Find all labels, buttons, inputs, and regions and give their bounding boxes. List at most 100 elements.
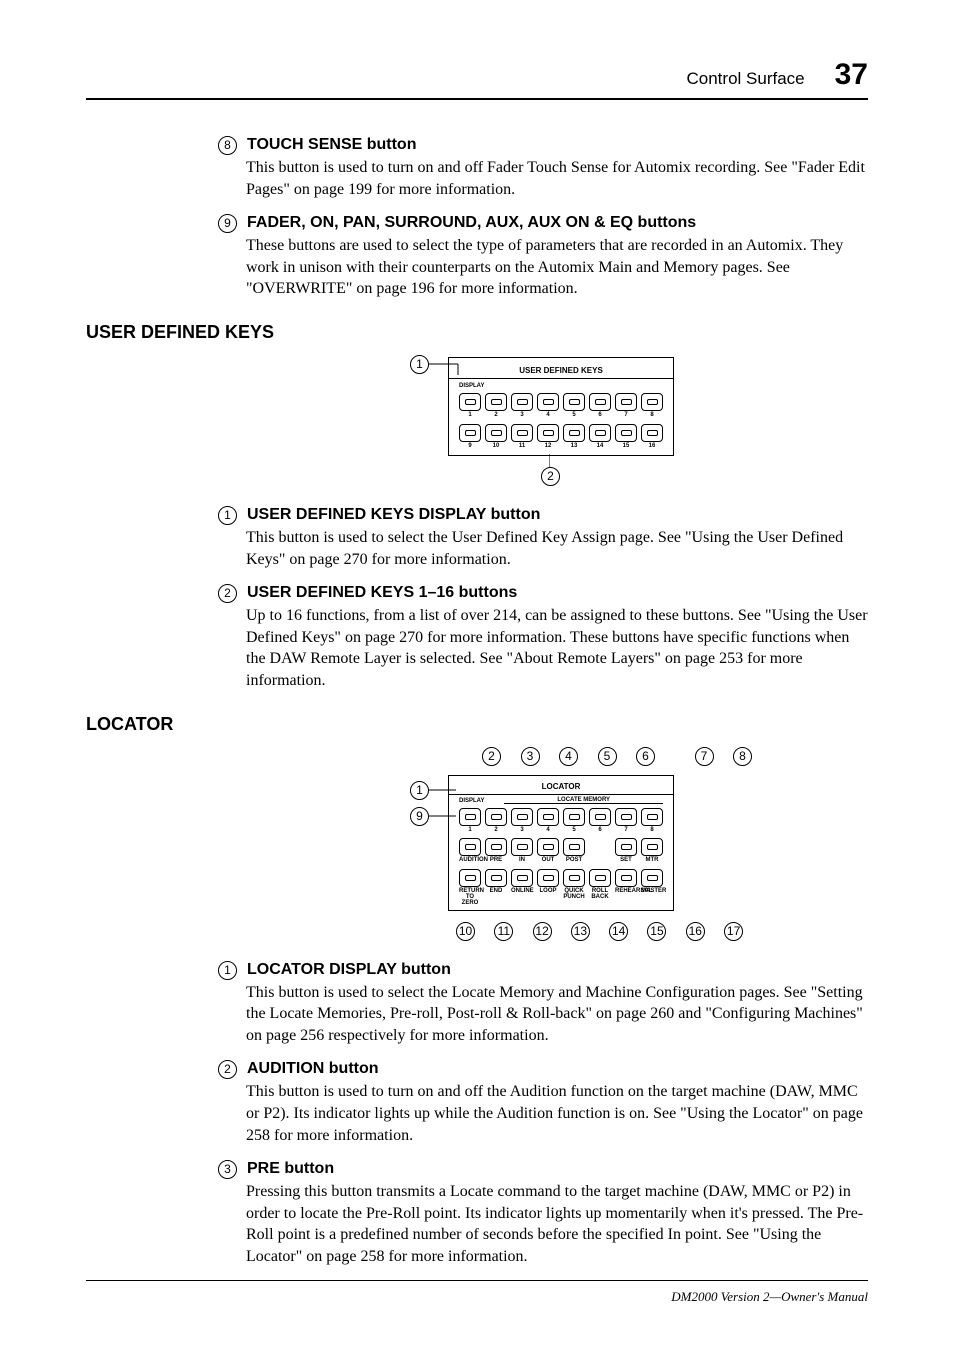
panel-button xyxy=(459,424,481,442)
marker-8: 8 xyxy=(218,136,237,155)
panel-button-label: OUT xyxy=(537,857,559,863)
panel-button xyxy=(485,869,507,887)
loc-callout-top: 4 xyxy=(559,747,578,766)
udk-item-2: 2 USER DEFINED KEYS 1–16 buttons Up to 1… xyxy=(218,584,868,691)
footer: DM2000 Version 2—Owner's Manual xyxy=(86,1280,868,1305)
panel-button-label: 9 xyxy=(459,443,481,449)
udk-item-2-title: USER DEFINED KEYS 1–16 buttons xyxy=(247,584,517,602)
panel-button xyxy=(563,393,585,411)
udk-callout-1: 1 xyxy=(410,355,429,374)
panel-button-label: 12 xyxy=(537,443,559,449)
panel-button xyxy=(615,838,637,856)
panel-button-label: 5 xyxy=(563,412,585,418)
marker-loc-1: 1 xyxy=(218,961,237,980)
marker-udk-2: 2 xyxy=(218,584,237,603)
loc-item-3-title: PRE button xyxy=(247,1160,334,1178)
locator-row-3 xyxy=(459,869,663,887)
loc-callout-top: 3 xyxy=(521,747,540,766)
locator-diagram: 2345678 1 9 LOCATOR DISPLAY LOCATE MEMOR… xyxy=(218,747,868,941)
panel-button-label: 7 xyxy=(615,827,637,833)
loc-callout-top: 5 xyxy=(598,747,617,766)
panel-button-label: 7 xyxy=(615,412,637,418)
loc-item-2: 2 AUDITION button This button is used to… xyxy=(218,1060,868,1146)
panel-button xyxy=(641,393,663,411)
loc-callout-bottom: 15 xyxy=(647,922,666,941)
panel-button-label: ROLL BACK xyxy=(589,888,611,906)
panel-button-label: REHEARSAL xyxy=(615,888,637,906)
panel-button xyxy=(615,424,637,442)
panel-button-label: 5 xyxy=(563,827,585,833)
panel-button xyxy=(589,808,611,826)
panel-button xyxy=(511,808,533,826)
panel-button xyxy=(511,424,533,442)
udk-item-1-body: This button is used to select the User D… xyxy=(246,527,868,570)
panel-button-label: 2 xyxy=(485,412,507,418)
loc-callout-bottom: 13 xyxy=(571,922,590,941)
section-name: Control Surface xyxy=(687,69,805,89)
panel-button xyxy=(511,869,533,887)
panel-button xyxy=(615,808,637,826)
panel-button-label: ONLINE xyxy=(511,888,533,906)
panel-button xyxy=(459,869,481,887)
panel-button-label: QUICK PUNCH xyxy=(563,888,585,906)
panel-button-label: 10 xyxy=(485,443,507,449)
footer-text: DM2000 Version 2—Owner's Manual xyxy=(671,1289,868,1304)
panel-button xyxy=(641,424,663,442)
panel-button xyxy=(589,869,611,887)
panel-button-label: IN xyxy=(511,857,533,863)
udk-diagram: 1 USER DEFINED KEYS DISPLAY 12 345678 9 10… xyxy=(218,355,868,486)
panel-button-label: END xyxy=(485,888,507,906)
panel-button-label: 1 xyxy=(459,827,481,833)
udk-panel-label: USER DEFINED KEYS xyxy=(459,366,663,375)
panel-button xyxy=(563,838,585,856)
item-9-body: These buttons are used to select the typ… xyxy=(246,235,868,300)
panel-button-label xyxy=(589,857,611,863)
marker-loc-2: 2 xyxy=(218,1060,237,1079)
loc-callout-1: 1 xyxy=(410,781,429,800)
loc-callout-bottom: 16 xyxy=(686,922,705,941)
udk-row-1 xyxy=(459,393,663,411)
panel-button-label: SET xyxy=(615,857,637,863)
panel-button-label: 8 xyxy=(641,412,663,418)
loc-callout-bottom: 11 xyxy=(494,922,513,941)
locate-memory-label: LOCATE MEMORY xyxy=(504,797,663,804)
panel-button xyxy=(485,393,507,411)
locator-panel-label: LOCATOR xyxy=(459,782,663,791)
panel-button-label: RETURN TO ZERO xyxy=(459,888,481,906)
udk-display-label: DISPLAY xyxy=(459,383,663,389)
panel-button-label: 16 xyxy=(641,443,663,449)
panel-button xyxy=(563,424,585,442)
locator-display-label: DISPLAY xyxy=(459,798,484,804)
loc-item-2-title: AUDITION button xyxy=(247,1060,379,1078)
loc-item-3-body: Pressing this button transmits a Locate … xyxy=(246,1181,868,1267)
panel-button xyxy=(589,393,611,411)
panel-button-label: 4 xyxy=(537,827,559,833)
panel-button-label: MASTER xyxy=(641,888,663,906)
panel-button-label: 6 xyxy=(589,412,611,418)
panel-button xyxy=(537,869,559,887)
panel-button xyxy=(563,808,585,826)
content-area: 8 TOUCH SENSE button This button is used… xyxy=(218,136,868,1267)
panel-button-label: 11 xyxy=(511,443,533,449)
panel-button xyxy=(589,424,611,442)
panel-button xyxy=(563,869,585,887)
panel-button-label: 4 xyxy=(537,412,559,418)
panel-button-label: MTR xyxy=(641,857,663,863)
panel-button xyxy=(511,393,533,411)
panel-button xyxy=(641,808,663,826)
item-9: 9 FADER, ON, PAN, SURROUND, AUX, AUX ON … xyxy=(218,214,868,300)
marker-loc-3: 3 xyxy=(218,1160,237,1179)
panel-button-label: 8 xyxy=(641,827,663,833)
panel-button-label: 15 xyxy=(615,443,637,449)
panel-button xyxy=(459,838,481,856)
page: Control Surface 3 7 8 TOUCH SENSE button … xyxy=(0,0,954,1351)
panel-button xyxy=(641,869,663,887)
panel-button xyxy=(537,424,559,442)
panel-button-label: 3 xyxy=(511,412,533,418)
loc-callout-bottom: 17 xyxy=(724,922,743,941)
loc-callout-bottom: 10 xyxy=(456,922,475,941)
marker-9: 9 xyxy=(218,214,237,233)
locator-panel: LOCATOR DISPLAY LOCATE MEMORY 12345678 A… xyxy=(448,775,674,911)
panel-button-label: POST xyxy=(563,857,585,863)
panel-button xyxy=(615,869,637,887)
